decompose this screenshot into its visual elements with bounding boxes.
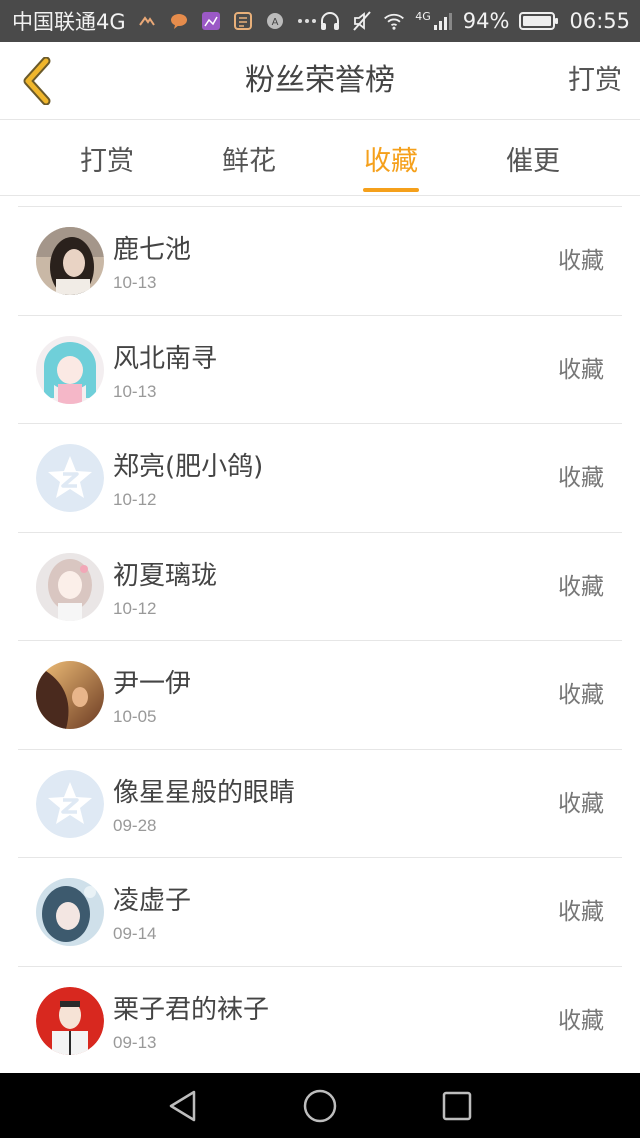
fan-name: 尹一伊	[113, 669, 192, 699]
list-item[interactable]: 尹一伊 10-05 收藏	[18, 641, 622, 750]
fan-name: 栗子君的袜子	[113, 994, 270, 1025]
action-label: 收藏	[558, 790, 604, 817]
mute-icon	[351, 10, 373, 32]
reward-button[interactable]: 打赏	[568, 42, 622, 120]
square-recents-icon	[442, 1091, 471, 1120]
fan-name: 郑亮(肥小鸽)	[113, 452, 264, 482]
fan-date: 10-13	[113, 381, 157, 401]
headphones-icon	[319, 10, 341, 32]
tab-bar: 打赏 鲜花 收藏 催更	[0, 121, 640, 196]
avatar[interactable]	[36, 878, 104, 946]
tab-urge-update[interactable]: 催更	[462, 121, 604, 196]
default-avatar-icon[interactable]	[36, 769, 104, 838]
tab-flowers[interactable]: 鲜花	[178, 121, 320, 196]
fan-date: 10-12	[113, 490, 157, 509]
clock: 06:55	[569, 9, 630, 33]
fan-date: 10-12	[113, 598, 157, 618]
fan-name: 凌虚子	[113, 886, 192, 916]
network-type-label: 4G	[415, 10, 431, 23]
gallery-notification-icon	[200, 10, 222, 32]
back-button[interactable]	[10, 54, 64, 108]
avatar[interactable]	[36, 335, 104, 404]
fan-date: 09-13	[113, 1032, 157, 1052]
reader-notification-icon	[232, 10, 254, 32]
triangle-back-icon	[170, 1090, 196, 1121]
fan-date: 10-13	[113, 273, 157, 292]
app-notification-icon	[136, 10, 158, 32]
fan-name: 风北南寻	[113, 343, 218, 374]
avatar[interactable]	[36, 552, 104, 621]
action-label: 收藏	[558, 1007, 604, 1034]
list-item[interactable]: 鹿七池 10-13 收藏	[18, 207, 622, 316]
default-avatar-icon[interactable]	[36, 444, 104, 512]
tab-label: 收藏	[364, 146, 418, 177]
nav-bar: 粉丝荣誉榜 打赏	[0, 42, 640, 120]
tab-label: 打赏	[80, 146, 134, 177]
tab-label: 催更	[506, 146, 560, 177]
battery-icon	[519, 10, 559, 32]
status-bar: 中国联通4G A 4G 94% 06:55	[0, 0, 640, 42]
wifi-icon	[383, 10, 405, 32]
nav-recents-button[interactable]	[435, 1084, 479, 1128]
circle-home-icon	[303, 1089, 337, 1122]
signal-icon: 4G	[415, 11, 453, 31]
avatar[interactable]	[36, 227, 104, 295]
list-item[interactable]: 郑亮(肥小鸽) 10-12 收藏	[18, 424, 622, 533]
tab-reward[interactable]: 打赏	[36, 121, 178, 196]
a-notification-icon: A	[264, 10, 286, 32]
carrier-label: 中国联通4G	[12, 10, 126, 34]
list-item[interactable]: 初夏璃珑 10-12 收藏	[18, 533, 622, 641]
action-label: 收藏	[558, 682, 604, 708]
action-label: 收藏	[558, 248, 604, 274]
battery-percent: 94%	[462, 9, 510, 33]
fan-name: 初夏璃珑	[113, 560, 218, 591]
chevron-left-icon	[23, 57, 51, 105]
nav-home-button[interactable]	[298, 1084, 342, 1128]
tab-label: 鲜花	[222, 146, 276, 177]
tab-favorites[interactable]: 收藏	[320, 121, 462, 196]
fan-name: 像星星般的眼睛	[113, 777, 296, 808]
fan-date: 09-28	[113, 815, 157, 835]
list-item[interactable]: 凌虚子 09-14 收藏	[18, 858, 622, 967]
action-label: 收藏	[558, 573, 604, 600]
action-label: 收藏	[558, 465, 604, 491]
page-title: 粉丝荣誉榜	[245, 63, 395, 98]
action-label: 收藏	[558, 899, 604, 925]
avatar[interactable]	[36, 986, 104, 1055]
fan-date: 09-14	[113, 924, 157, 943]
more-notifications-icon	[296, 10, 318, 32]
list-item[interactable]: 栗子君的袜子 09-13 收藏	[18, 967, 622, 1075]
tab-indicator	[363, 188, 419, 192]
avatar[interactable]	[36, 661, 104, 729]
list-item[interactable]: 像星星般的眼睛 09-28 收藏	[18, 750, 622, 858]
fan-date: 10-05	[113, 707, 157, 726]
system-nav-bar	[0, 1073, 640, 1138]
nav-back-button[interactable]	[161, 1084, 205, 1128]
fan-name: 鹿七池	[113, 235, 192, 265]
fan-list: 鹿七池 10-13 收藏 风北南寻 10-13 收藏 郑亮(肥小鸽) 10-12…	[18, 206, 622, 1075]
list-item[interactable]: 风北南寻 10-13 收藏	[18, 316, 622, 424]
action-label: 收藏	[558, 356, 604, 383]
message-notification-icon	[168, 10, 190, 32]
svg-text:A: A	[271, 17, 278, 28]
